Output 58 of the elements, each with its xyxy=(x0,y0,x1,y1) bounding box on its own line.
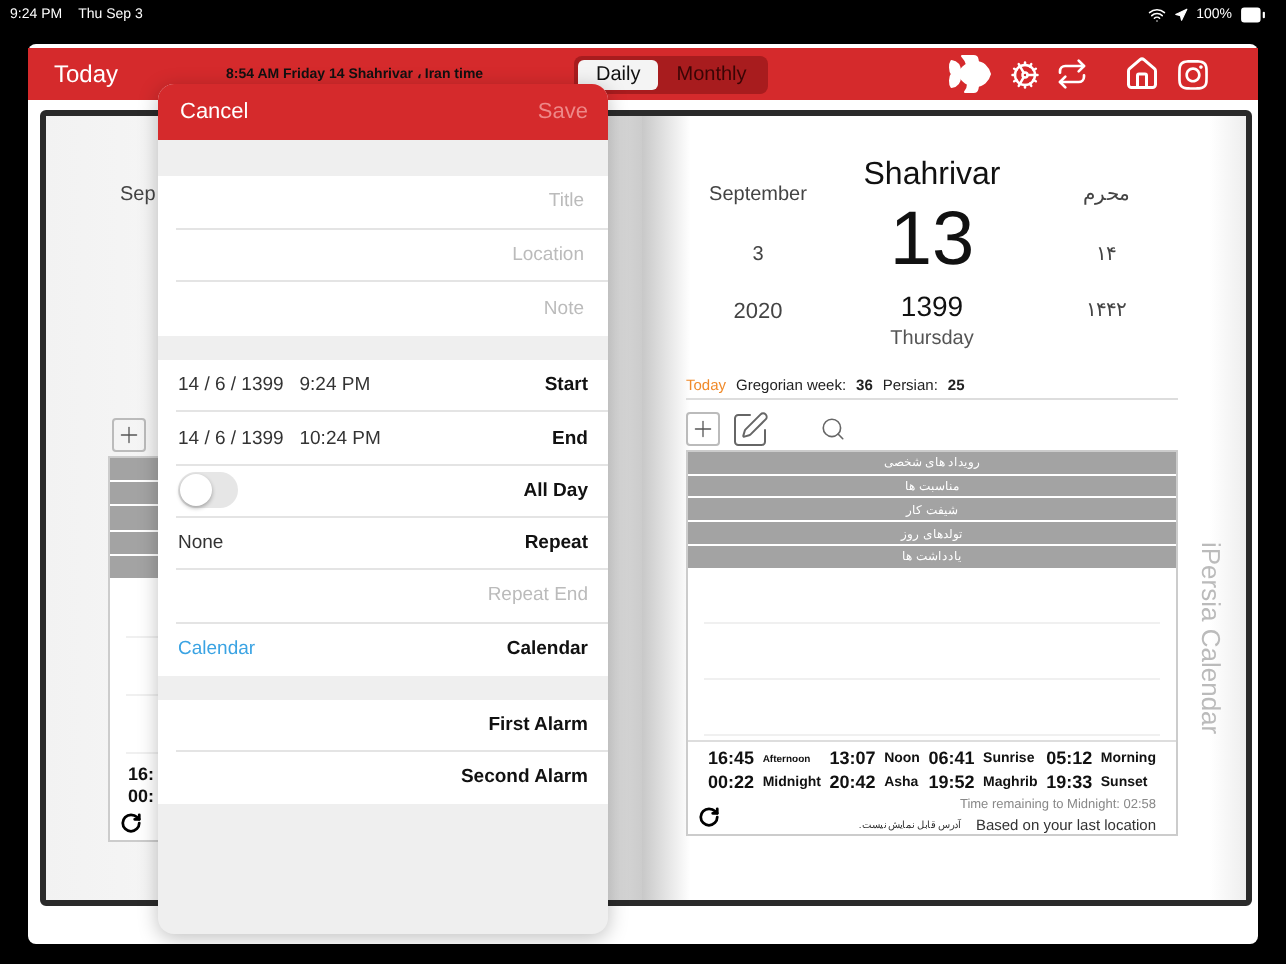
row-label[interactable]: Repeat xyxy=(524,532,588,555)
view-tab[interactable]: Monthly xyxy=(658,59,765,89)
prayer-time: 19:52 xyxy=(928,772,975,795)
prayer-time: 06:41 xyxy=(928,748,975,771)
input-field[interactable]: Title xyxy=(178,188,588,215)
prayer-time: 00: xyxy=(128,785,155,808)
repeat-icon[interactable] xyxy=(1056,58,1088,90)
cancel-button[interactable]: Cancel xyxy=(180,100,249,124)
prayer-time: 16:45 xyxy=(708,748,755,771)
today-button[interactable]: Today xyxy=(54,60,226,88)
house-icon[interactable] xyxy=(1124,56,1160,92)
input-field[interactable]: Location xyxy=(178,242,588,269)
persian-month: Shahrivar xyxy=(863,156,1001,196)
add-button[interactable] xyxy=(686,412,720,446)
row-label: All Day xyxy=(523,479,588,502)
refresh-icon[interactable] xyxy=(698,805,720,828)
plus-icon xyxy=(116,422,142,448)
hijri-month: محرم xyxy=(1083,182,1129,210)
row-label[interactable]: Start xyxy=(544,374,588,397)
weekday: Thursday xyxy=(890,326,974,354)
toggle-switch[interactable] xyxy=(178,472,238,509)
edit-icon[interactable] xyxy=(730,409,770,449)
wifi-icon xyxy=(1148,5,1167,23)
hijri-year: ۱۴۴۲ xyxy=(1086,298,1126,326)
row-label[interactable]: End xyxy=(552,427,588,449)
persian-day: 13 xyxy=(889,196,975,284)
add-button[interactable] xyxy=(112,418,146,452)
instagram-icon[interactable] xyxy=(1176,57,1210,91)
prayer-time: 19:33 xyxy=(1046,772,1093,795)
gregorian-day: 3 xyxy=(752,240,764,272)
prayer-time: 00:22 xyxy=(708,772,755,795)
fish-icon[interactable] xyxy=(946,50,994,98)
row-value: None xyxy=(178,532,224,555)
prayer-time: 13:07 xyxy=(829,748,876,771)
refresh-icon[interactable] xyxy=(120,811,142,834)
gregorian-month: September xyxy=(709,182,807,210)
settings-icon[interactable] xyxy=(1010,59,1040,89)
gregorian-year: 2020 xyxy=(733,298,783,328)
prayer-time: 20:42 xyxy=(829,772,876,795)
row-placeholder[interactable]: Repeat End xyxy=(487,584,588,607)
prayer-time: 16: xyxy=(128,763,155,786)
location-icon xyxy=(1174,7,1189,21)
hijri-day: ۱۴ xyxy=(1096,240,1116,272)
row-value: 14 / 6 / 1399 10:24 PM xyxy=(178,427,381,449)
alarm-row[interactable]: First Alarm xyxy=(488,713,588,736)
plus-icon xyxy=(690,416,716,442)
persian-year: 1399 xyxy=(900,288,964,324)
battery-icon xyxy=(1240,1,1266,27)
brand-text: iPersia Calendar xyxy=(1196,542,1226,739)
row-value: 14 / 6 / 1399 9:24 PM xyxy=(178,374,371,397)
calendar-link[interactable]: Calendar xyxy=(178,638,256,661)
month-label: Sep xyxy=(120,182,156,210)
row-label[interactable]: Calendar xyxy=(506,638,588,661)
input-field[interactable]: Note xyxy=(178,296,588,323)
search-icon[interactable] xyxy=(820,416,846,442)
prayer-time: 05:12 xyxy=(1046,748,1093,771)
view-tab[interactable]: Daily xyxy=(578,59,659,89)
alarm-row[interactable]: Second Alarm xyxy=(460,766,588,789)
